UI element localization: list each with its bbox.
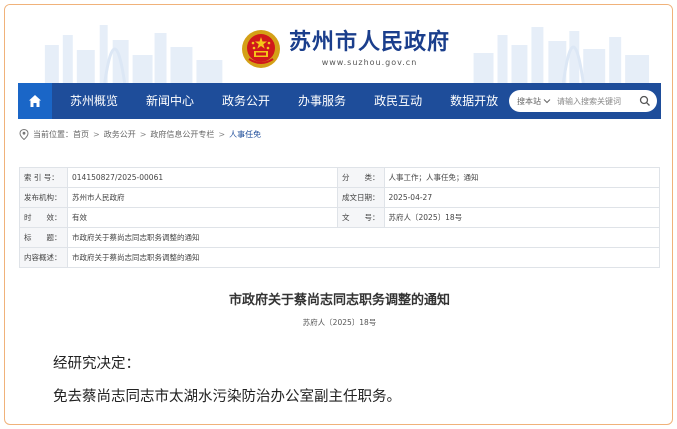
breadcrumb-separator: > (139, 129, 147, 139)
search-scope-select[interactable]: 搜本站 (509, 96, 551, 107)
date-value: 2025-04-27 (383, 187, 660, 208)
breadcrumb-separator: > (93, 129, 100, 139)
breadcrumb-info-column[interactable]: 政府信息公开专栏 (150, 129, 214, 140)
nav-home-button[interactable] (18, 83, 52, 119)
validity-label: 时 效： (19, 207, 68, 228)
validity-value: 有效 (67, 207, 338, 228)
document-number: 苏府人〔2025〕18号 (302, 318, 377, 327)
table-row: 时 效： 有效 文 号： 苏府人〔2025〕18号 (19, 207, 660, 228)
document-title: 市政府关于蔡尚志同志职务调整的通知 (228, 293, 450, 308)
breadcrumb-personnel[interactable]: 人事任免 (229, 129, 261, 140)
nav-items: 苏州概览 新闻中心 政务公开 办事服务 政民互动 数据开放 (56, 83, 512, 119)
nav-item-gov-affairs[interactable]: 政务公开 (208, 83, 284, 119)
index-label: 索 引 号： (19, 167, 68, 188)
national-emblem-icon (242, 30, 280, 68)
table-row: 标 题： 市政府关于蔡尚志同志职务调整的通知 (19, 227, 660, 248)
breadcrumb: 当前位置： 首页 > 政务公开 > 政府信息公开专栏 > 人事任免 (19, 127, 261, 141)
nav-item-interaction[interactable]: 政民互动 (360, 83, 436, 119)
page-frame: 苏州市人民政府 www.suzhou.gov.cn 苏州概览 新闻中心 政务公开… (4, 4, 673, 425)
title-value: 市政府关于蔡尚志同志职务调整的通知 (67, 227, 660, 248)
docno-label: 文 号： (337, 207, 385, 228)
index-value: 014150827/2025-00061 (67, 167, 338, 188)
nav-item-news[interactable]: 新闻中心 (132, 83, 208, 119)
site-brand[interactable]: 苏州市人民政府 www.suzhou.gov.cn (241, 27, 450, 71)
location-pin-icon (19, 128, 29, 140)
title-label: 标 题： (19, 227, 68, 248)
breadcrumb-gov-affairs[interactable]: 政务公开 (104, 129, 136, 140)
main-nav: 苏州概览 新闻中心 政务公开 办事服务 政民互动 数据开放 搜本站 (18, 83, 661, 119)
category-label: 分 类： (337, 167, 385, 188)
document-paragraph: 免去蔡尚志同志市太湖水污染防治办公室副主任职务。 (53, 389, 401, 405)
search-icon[interactable] (639, 95, 651, 107)
breadcrumb-separator: > (218, 129, 226, 139)
nav-item-services[interactable]: 办事服务 (284, 83, 360, 119)
nav-item-overview[interactable]: 苏州概览 (56, 83, 132, 119)
site-url: www.suzhou.gov.cn (321, 58, 418, 67)
site-title: 苏州市人民政府 (289, 30, 451, 55)
summary-label: 内容概述： (19, 247, 68, 268)
issuer-label: 发布机构： (19, 187, 68, 208)
site-header: 苏州市人民政府 www.suzhou.gov.cn (5, 5, 672, 83)
breadcrumb-prefix: 当前位置： (33, 129, 73, 139)
docno-value: 苏府人〔2025〕18号 (383, 207, 660, 228)
issuer-value: 苏州市人民政府 (67, 187, 338, 208)
search-scope-label: 搜本站 (517, 96, 541, 106)
search-box: 搜本站 (509, 90, 657, 112)
table-row: 内容概述： 市政府关于蔡尚志同志职务调整的通知 (19, 247, 660, 268)
date-label: 成文日期： (337, 187, 385, 208)
table-row: 发布机构： 苏州市人民政府 成文日期： 2025-04-27 (19, 187, 660, 208)
search-input[interactable] (557, 96, 629, 106)
document-paragraph: 经研究决定： (53, 356, 140, 372)
chevron-down-icon (543, 99, 551, 104)
home-icon (29, 95, 41, 107)
nav-item-open-data[interactable]: 数据开放 (436, 83, 512, 119)
category-value: 人事工作；人事任免；通知 (383, 167, 660, 188)
breadcrumb-home[interactable]: 首页 (73, 129, 89, 140)
summary-value: 市政府关于蔡尚志同志职务调整的通知 (67, 247, 660, 268)
table-row: 索 引 号： 014150827/2025-00061 分 类： 人事工作；人事… (19, 167, 660, 188)
document-meta-table: 索 引 号： 014150827/2025-00061 分 类： 人事工作；人事… (19, 167, 660, 268)
